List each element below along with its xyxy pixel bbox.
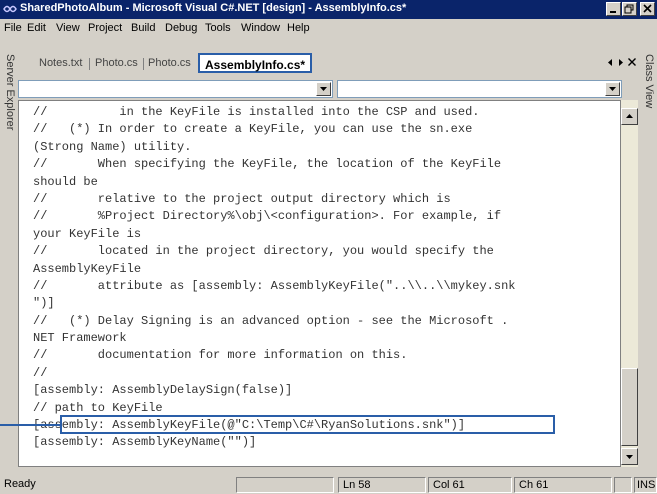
- close-button[interactable]: [640, 2, 655, 16]
- code-line[interactable]: (Strong Name) utility.: [33, 139, 515, 156]
- title-bar: SharedPhotoAlbum - Microsoft Visual C#.N…: [0, 0, 657, 19]
- tab-separator: [89, 58, 90, 70]
- menu-help[interactable]: Help: [287, 22, 310, 34]
- code-line[interactable]: your KeyFile is: [33, 226, 515, 243]
- types-dropdown-button[interactable]: [316, 82, 331, 96]
- code-line[interactable]: // attribute as [assembly: AssemblyKeyFi…: [33, 278, 515, 295]
- class-view-tab[interactable]: Class View: [641, 50, 655, 460]
- scroll-up-icon: [626, 114, 633, 118]
- document-tabs: Notes.txt Photo.cs Photo.cs AssemblyInfo…: [18, 52, 638, 74]
- menu-build[interactable]: Build: [131, 22, 155, 34]
- members-dropdown[interactable]: [337, 80, 622, 98]
- chevron-down-icon: [320, 87, 327, 91]
- status-ch: Ch 61: [514, 477, 612, 493]
- server-explorer-label: Server Explorer: [4, 54, 16, 131]
- callout-line: [0, 424, 60, 426]
- scrollbar-thumb[interactable]: [621, 368, 638, 446]
- scroll-up-button[interactable]: [621, 108, 638, 125]
- status-text: Ready: [4, 478, 36, 490]
- scroll-down-button[interactable]: [621, 448, 638, 465]
- members-dropdown-button[interactable]: [605, 82, 620, 96]
- code-line[interactable]: [assembly: AssemblyDelaySign(false)]: [33, 382, 515, 399]
- menu-window[interactable]: Window: [241, 22, 280, 34]
- close-tab-icon[interactable]: [627, 57, 637, 67]
- menu-edit[interactable]: Edit: [27, 22, 46, 34]
- status-mode: INS: [634, 477, 657, 493]
- minimize-icon: [610, 11, 616, 13]
- code-line[interactable]: // %Project Directory%\obj\<configuratio…: [33, 208, 515, 225]
- restore-icon: [624, 4, 634, 14]
- close-icon: [643, 4, 652, 13]
- tab-scroll-right-icon[interactable]: [616, 58, 625, 67]
- status-pane-empty: [236, 477, 334, 493]
- types-dropdown[interactable]: [18, 80, 333, 98]
- code-line[interactable]: // (*) In order to create a KeyFile, you…: [33, 121, 515, 138]
- code-line[interactable]: NET Framework: [33, 330, 515, 347]
- code-line[interactable]: should be: [33, 174, 515, 191]
- chevron-down-icon: [609, 87, 616, 91]
- status-pane-blank: [614, 477, 632, 493]
- menu-view[interactable]: View: [56, 22, 80, 34]
- code-editor[interactable]: // in the KeyFile is installed into the …: [18, 100, 621, 467]
- tab-photo-cs[interactable]: Photo.cs: [95, 55, 138, 71]
- server-explorer-tab[interactable]: Server Explorer: [2, 50, 16, 460]
- code-line[interactable]: //: [33, 365, 515, 382]
- keyfile-line-highlight: [60, 415, 555, 434]
- code-line[interactable]: // (*) Delay Signing is an advanced opti…: [33, 313, 515, 330]
- class-view-label: Class View: [643, 54, 655, 109]
- tab-separator: [143, 58, 144, 70]
- tab-scroll-left-icon[interactable]: [606, 58, 615, 67]
- scroll-down-icon: [626, 455, 633, 459]
- code-text[interactable]: // in the KeyFile is installed into the …: [33, 104, 515, 452]
- menu-debug[interactable]: Debug: [165, 22, 197, 34]
- code-line[interactable]: // located in the project directory, you…: [33, 243, 515, 260]
- window-title: SharedPhotoAlbum - Microsoft Visual C#.N…: [20, 2, 407, 14]
- code-line[interactable]: // in the KeyFile is installed into the …: [33, 104, 515, 121]
- vertical-scrollbar[interactable]: [621, 100, 638, 467]
- menu-project[interactable]: Project: [88, 22, 122, 34]
- code-line[interactable]: ")]: [33, 295, 515, 312]
- code-line[interactable]: // documentation for more information on…: [33, 347, 515, 364]
- status-col: Col 61: [428, 477, 512, 493]
- tab-assemblyinfo-cs[interactable]: AssemblyInfo.cs*: [198, 53, 313, 73]
- tab-photo-cs-2[interactable]: Photo.cs: [148, 55, 191, 71]
- status-bar: Ready Ln 58 Col 61 Ch 61 INS: [0, 474, 657, 494]
- menu-bar: File Edit View Project Build Debug Tools…: [0, 19, 657, 38]
- code-line[interactable]: // relative to the project output direct…: [33, 191, 515, 208]
- minimize-button[interactable]: [606, 2, 621, 16]
- status-line: Ln 58: [338, 477, 426, 493]
- code-line[interactable]: AssemblyKeyFile: [33, 261, 515, 278]
- tab-notes-txt[interactable]: Notes.txt: [39, 55, 82, 71]
- menu-file[interactable]: File: [4, 22, 22, 34]
- app-icon: [3, 5, 17, 13]
- menu-tools[interactable]: Tools: [205, 22, 231, 34]
- restore-button[interactable]: [622, 2, 637, 16]
- code-line[interactable]: [assembly: AssemblyKeyName("")]: [33, 434, 515, 451]
- code-line[interactable]: // When specifying the KeyFile, the loca…: [33, 156, 515, 173]
